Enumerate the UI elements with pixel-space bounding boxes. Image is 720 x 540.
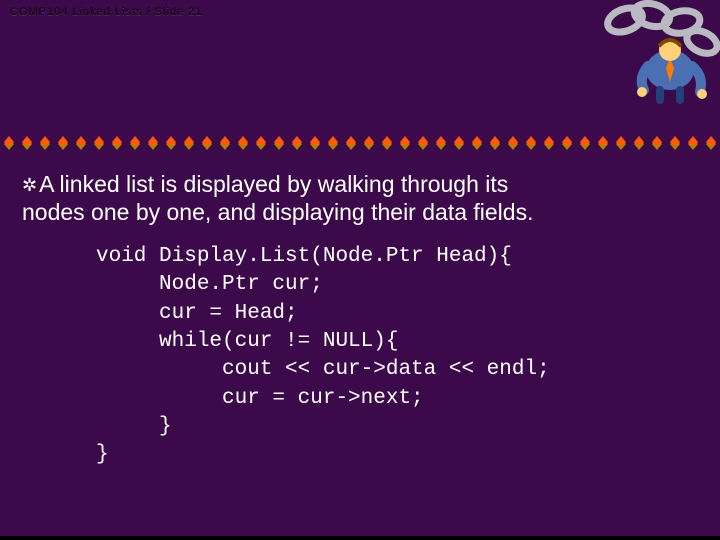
divider-diamond-icon: [616, 136, 626, 142]
divider-diamond-icon: [436, 136, 446, 142]
divider-diamond-icon: [4, 136, 14, 142]
code-line: }: [96, 443, 109, 466]
divider-diamond-icon: [184, 136, 194, 142]
code-line: cur = cur->next;: [96, 387, 424, 410]
divider-diamond-icon: [256, 136, 266, 142]
corner-illustration: [590, 0, 720, 105]
divider-diamond-icon: [238, 136, 248, 142]
code-line: while(cur != NULL){: [96, 330, 398, 353]
body-line-2: nodes one by one, and displaying their d…: [22, 199, 533, 225]
divider-diamond-icon: [328, 136, 338, 142]
divider-diamond-icon: [166, 136, 176, 142]
divider-diamond-icon: [544, 136, 554, 142]
code-line: cur = Head;: [96, 302, 298, 325]
divider-diamond-icon: [148, 136, 158, 142]
divider-diamond-icon: [490, 136, 500, 142]
divider-diamond-icon: [472, 136, 482, 142]
divider-diamond-icon: [22, 136, 32, 142]
slide: COMP104 Linked Lists / Slide 21: [0, 0, 720, 540]
body-paragraph: ✲A linked list is displayed by walking t…: [22, 170, 708, 226]
divider-diamond-icon: [346, 136, 356, 142]
divider-diamond-icon: [94, 136, 104, 142]
divider-diamond-icon: [508, 136, 518, 142]
divider-diamond-icon: [310, 136, 320, 142]
divider-diamond-icon: [418, 136, 428, 142]
divider-diamond-icon: [526, 136, 536, 142]
divider-diamond-icon: [706, 136, 716, 142]
body-line-1: A linked list is displayed by walking th…: [39, 171, 508, 197]
decorative-divider: [4, 130, 716, 150]
divider-diamond-icon: [364, 136, 374, 142]
divider-diamond-icon: [400, 136, 410, 142]
divider-diamond-icon: [292, 136, 302, 142]
divider-diamond-icon: [130, 136, 140, 142]
divider-diamond-icon: [220, 136, 230, 142]
code-line: Node.Ptr cur;: [96, 273, 323, 296]
code-block: void Display.List(Node.Ptr Head){ Node.P…: [96, 243, 550, 470]
code-line: void Display.List(Node.Ptr Head){: [96, 245, 512, 268]
divider-diamond-icon: [112, 136, 122, 142]
divider-diamond-icon: [40, 136, 50, 142]
divider-diamond-icon: [274, 136, 284, 142]
divider-diamond-icon: [562, 136, 572, 142]
divider-diamond-icon: [202, 136, 212, 142]
divider-diamond-icon: [670, 136, 680, 142]
divider-diamond-icon: [454, 136, 464, 142]
divider-diamond-icon: [634, 136, 644, 142]
divider-diamond-icon: [598, 136, 608, 142]
code-line: cout << cur->data << endl;: [96, 358, 550, 381]
divider-diamond-icon: [688, 136, 698, 142]
divider-diamond-icon: [580, 136, 590, 142]
bullet-icon: ✲: [22, 175, 37, 195]
code-line: }: [96, 415, 172, 438]
divider-diamond-icon: [382, 136, 392, 142]
slide-header: COMP104 Linked Lists / Slide 21: [10, 6, 202, 18]
divider-diamond-icon: [76, 136, 86, 142]
divider-diamond-icon: [652, 136, 662, 142]
divider-diamond-icon: [58, 136, 68, 142]
